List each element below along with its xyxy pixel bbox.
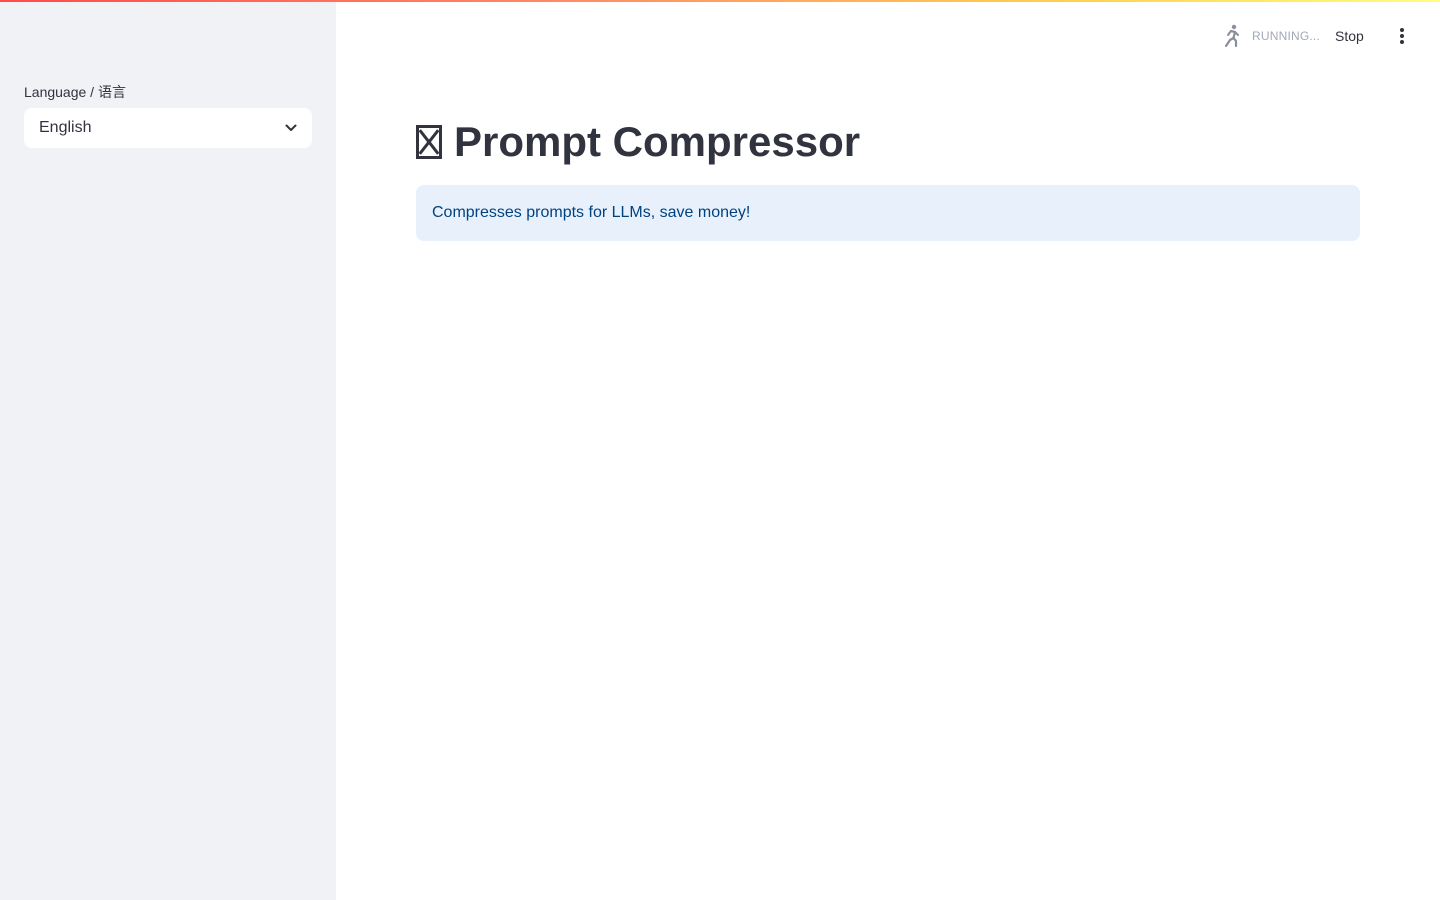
page-title-text: Prompt Compressor [454,118,861,165]
chevron-down-icon [284,121,298,135]
info-alert-text: Compresses prompts for LLMs, save money! [432,204,751,221]
sidebar: Language / 语言 English [0,0,336,900]
language-label: Language / 语言 [24,84,126,100]
info-alert: Compresses prompts for LLMs, save money! [416,185,1360,241]
unknown-glyph-icon [416,125,442,159]
main-content: Prompt Compressor Compresses prompts for… [336,0,1440,900]
language-selector: Language / 语言 English [24,82,312,148]
language-select-value: English [39,119,92,136]
page-title: Prompt Compressor [416,112,860,172]
language-select[interactable]: English [24,108,312,148]
top-decoration-bar [0,0,1440,2]
